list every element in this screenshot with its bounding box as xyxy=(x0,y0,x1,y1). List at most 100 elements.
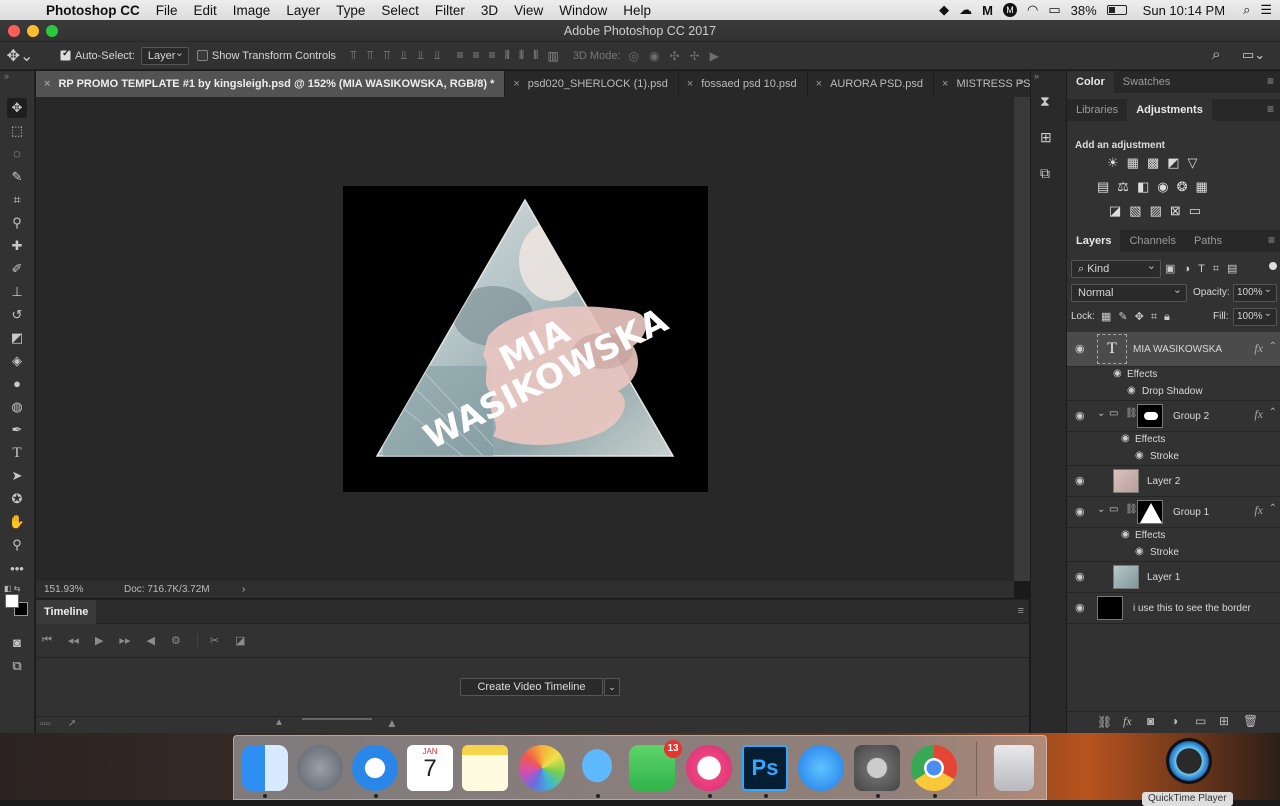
zoom-out-timeline-icon[interactable]: ▲ xyxy=(274,717,284,728)
auto-align-icon[interactable]: ▥ xyxy=(547,49,558,63)
chrome-icon[interactable] xyxy=(911,745,957,791)
fx-icon[interactable]: fx xyxy=(1254,503,1263,518)
move-tool-preset-icon[interactable]: ✥⌄ xyxy=(0,46,40,66)
clone-stamp-tool-icon[interactable]: ⊥ xyxy=(7,282,27,302)
group-expand-chevron-icon[interactable]: ⌄ xyxy=(1097,408,1105,419)
eyedropper-tool-icon[interactable]: ⚲ xyxy=(7,213,27,233)
gradient-map-icon[interactable]: ▭ xyxy=(1189,203,1209,218)
notes-icon[interactable] xyxy=(462,745,508,791)
battery-icon[interactable] xyxy=(1106,5,1127,15)
new-adjustment-icon[interactable]: ◑ xyxy=(1171,714,1178,728)
photoshop-icon[interactable]: Ps xyxy=(742,745,788,791)
timeline-tab[interactable]: Timeline xyxy=(36,600,97,624)
layer-kind-dropdown[interactable]: ⌕ Kind xyxy=(1071,258,1161,278)
stroke-eye-icon[interactable]: ◉ xyxy=(1135,450,1144,461)
layer-row-mia-wasikowska[interactable]: ◉ T MIA WASIKOWSKA fx ⌃ xyxy=(1067,332,1280,367)
lock-transparent-icon[interactable]: ▦ xyxy=(1101,311,1118,323)
menu-3d[interactable]: 3D xyxy=(481,3,498,18)
auto-select-dropdown[interactable]: Layer xyxy=(140,45,189,65)
system-preferences-icon[interactable] xyxy=(854,745,900,791)
safari-icon[interactable] xyxy=(352,745,398,791)
type-filter-icon[interactable]: T xyxy=(1198,263,1213,275)
lock-position-icon[interactable]: ✥ xyxy=(1135,311,1151,323)
app-store-icon[interactable] xyxy=(798,745,844,791)
layer-row-layer-1[interactable]: ◉ Layer 1 xyxy=(1067,562,1280,593)
hue-saturation-icon[interactable]: ▤ xyxy=(1097,179,1117,194)
layer-row-border[interactable]: ◉ i use this to see the border xyxy=(1067,593,1280,624)
calendar-icon[interactable]: JAN 7 xyxy=(407,745,453,791)
close-tab-icon[interactable]: × xyxy=(687,78,693,90)
delete-layer-icon[interactable]: 🗑︎ xyxy=(1243,714,1258,728)
panel-menu-icon[interactable]: ≡ xyxy=(1267,102,1274,116)
exposure-icon[interactable]: ◩ xyxy=(1167,155,1187,170)
link-chain-icon[interactable]: ⛓ xyxy=(1125,408,1138,419)
layer-name[interactable]: Group 2 xyxy=(1173,411,1209,422)
brightness-icon[interactable]: ☀ xyxy=(1107,155,1127,170)
quick-mask-icon[interactable]: ◙ xyxy=(7,633,27,653)
history-panel-icon[interactable]: ⧗ xyxy=(1040,93,1050,110)
zoom-in-timeline-icon[interactable]: ▲ xyxy=(386,716,398,730)
launchpad-icon[interactable] xyxy=(297,745,343,791)
wifi-icon[interactable]: ◠ xyxy=(1027,2,1038,18)
add-mask-icon[interactable]: ◙ xyxy=(1147,714,1154,728)
quicktime-icon[interactable] xyxy=(1166,738,1212,784)
panel-menu-icon[interactable]: ≡ xyxy=(1267,74,1274,88)
healing-brush-tool-icon[interactable]: ✚ xyxy=(7,236,27,256)
tab-adjustments[interactable]: Adjustments xyxy=(1127,99,1212,121)
stroke-eye-icon[interactable]: ◉ xyxy=(1135,546,1144,557)
zoom-window-button[interactable] xyxy=(46,25,58,37)
menu-file[interactable]: File xyxy=(156,3,178,18)
finder-icon[interactable] xyxy=(242,745,288,791)
blend-mode-dropdown[interactable]: Normal xyxy=(1071,282,1187,302)
close-tab-icon[interactable]: × xyxy=(942,78,948,90)
search-icon[interactable]: ⌕ xyxy=(1212,46,1220,63)
more-tools-icon[interactable]: ••• xyxy=(7,559,27,579)
new-group-icon[interactable]: ▭ xyxy=(1195,714,1206,728)
layer-name[interactable]: Group 1 xyxy=(1173,507,1209,518)
lock-artboard-icon[interactable]: ⌗ xyxy=(1151,311,1164,323)
tab-layers[interactable]: Layers xyxy=(1067,230,1121,252)
layer-row-layer-2[interactable]: ◉ Layer 2 xyxy=(1067,466,1280,497)
photos-icon[interactable] xyxy=(519,745,565,791)
go-to-first-frame-icon[interactable]: ⏮ xyxy=(42,634,52,647)
menu-layer[interactable]: Layer xyxy=(286,3,320,18)
visibility-eye-icon[interactable]: ◉ xyxy=(1075,474,1085,487)
canvas-vertical-scrollbar[interactable] xyxy=(1014,97,1030,581)
character-panel-icon[interactable]: ⧉ xyxy=(1040,165,1050,182)
invert-icon[interactable]: ◪ xyxy=(1109,203,1129,218)
tab-channels[interactable]: Channels xyxy=(1120,230,1184,252)
tab-sherlock[interactable]: × psd020_SHERLOCK (1).psd xyxy=(505,71,679,97)
tab-color[interactable]: Color xyxy=(1067,71,1114,93)
effects-row[interactable]: ◉ Effects xyxy=(1067,528,1280,544)
eraser-tool-icon[interactable]: ◩ xyxy=(7,328,27,348)
color-swatches[interactable]: ◧ ⇆ xyxy=(4,584,30,616)
properties-panel-icon[interactable]: ⊞ xyxy=(1040,129,1052,146)
document-canvas[interactable]: MIA WASIKOWSKA xyxy=(343,186,708,492)
posterize-icon[interactable]: ▧ xyxy=(1129,203,1149,218)
custom-shape-tool-icon[interactable]: ✪ xyxy=(7,489,27,509)
curves-icon[interactable]: ▩ xyxy=(1147,155,1167,170)
menu-edit[interactable]: Edit xyxy=(194,3,217,18)
collapse-effects-icon[interactable]: ⌃ xyxy=(1269,503,1277,514)
adjustment-filter-icon[interactable]: ◑ xyxy=(1183,263,1198,275)
zoom-tool-icon[interactable]: ⚲ xyxy=(7,535,27,555)
effects-eye-icon[interactable]: ◉ xyxy=(1113,368,1122,379)
link-layers-icon[interactable]: ⛓ xyxy=(1097,715,1112,729)
render-icon[interactable]: ▫▫▫ xyxy=(40,719,51,730)
clock[interactable]: Sun 10:14 PM xyxy=(1143,3,1225,18)
audio-icon[interactable]: ◀ xyxy=(146,634,154,647)
move-tool-icon[interactable]: ✥ xyxy=(7,98,27,118)
layer-name[interactable]: i use this to see the border xyxy=(1133,603,1251,614)
effects-row[interactable]: ◉ Effects xyxy=(1067,432,1280,448)
add-style-icon[interactable]: fx xyxy=(1123,714,1132,729)
menu-window[interactable]: Window xyxy=(559,3,607,18)
close-tab-icon[interactable]: × xyxy=(816,78,822,90)
dodge-tool-icon[interactable]: ◍ xyxy=(7,397,27,417)
effects-eye-icon[interactable]: ◉ xyxy=(1121,433,1130,444)
hand-tool-icon[interactable]: ✋ xyxy=(7,512,27,532)
dropbox-icon[interactable]: ◆ xyxy=(939,2,949,18)
visibility-eye-icon[interactable]: ◉ xyxy=(1075,342,1085,355)
visibility-eye-icon[interactable]: ◉ xyxy=(1075,505,1085,518)
fill-input[interactable]: 100% xyxy=(1233,306,1277,326)
close-window-button[interactable] xyxy=(8,25,20,37)
